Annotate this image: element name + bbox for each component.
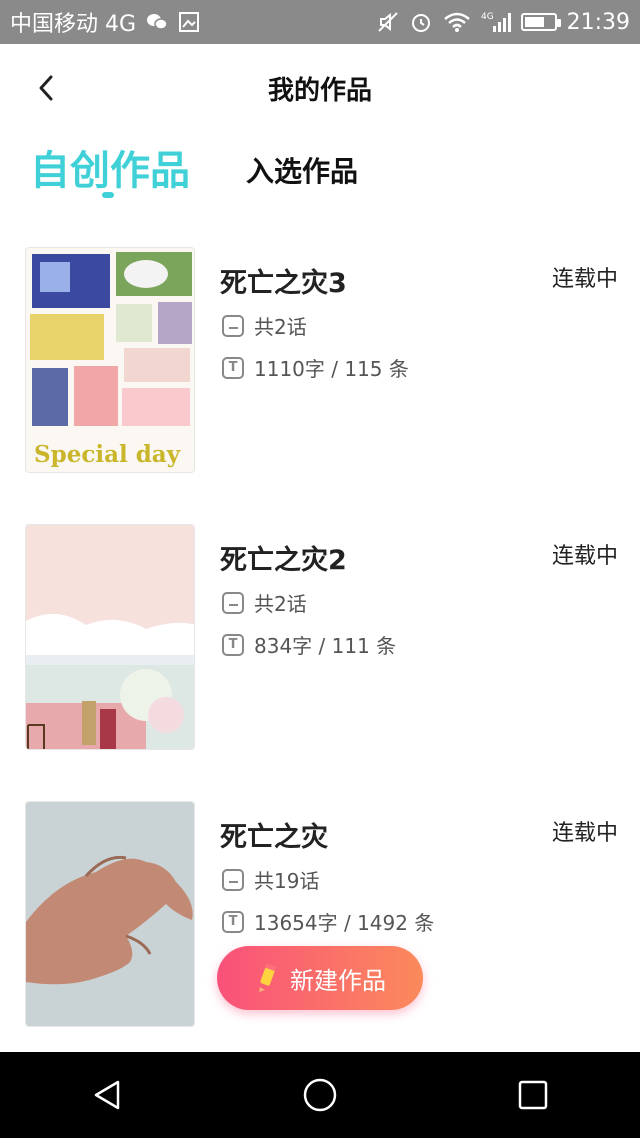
work-title: 死亡之灾 [220, 822, 328, 853]
work-item[interactable]: 死亡之灾2 连载中 共2话 T 834字 / 111 条 [0, 524, 640, 756]
carrier-label: 中国移动 4G [10, 12, 137, 37]
clock-time: 21:39 [566, 9, 630, 35]
alarm-icon [409, 10, 433, 34]
signal-4g-icon: 4G [481, 10, 511, 34]
work-cover-image[interactable]: Special day [25, 247, 195, 473]
pencil-icon [259, 963, 277, 992]
chapters-row: 共2话 [222, 588, 307, 617]
work-status: 连载中 [551, 821, 618, 846]
new-work-button[interactable]: 新建作品 [217, 946, 423, 1010]
work-item[interactable]: Special day 死亡之灾3 连载中 共2话 T 1110字 / 115 … [0, 247, 640, 479]
status-bar: 中国移动 4G 4G 21:39 [0, 0, 640, 44]
work-title: 死亡之灾2 [220, 545, 347, 576]
new-work-label: 新建作品 [290, 966, 386, 995]
work-cover-image[interactable] [25, 524, 195, 750]
tab-bar: 自创作品 入选作品 [0, 138, 640, 208]
recents-square-icon [519, 1080, 548, 1110]
chapters-count: 共19话 [254, 869, 320, 893]
app-header: 我的作品 [0, 44, 640, 132]
chapters-count: 共2话 [254, 315, 307, 339]
work-cover-image[interactable] [25, 801, 195, 1027]
chapters-row: 共2话 [222, 311, 307, 340]
work-title: 死亡之灾3 [220, 268, 347, 299]
chevron-left-icon [39, 75, 53, 101]
system-nav-bar [0, 1052, 640, 1138]
stats-row: T 834字 / 111 条 [222, 630, 396, 659]
chapters-count: 共2话 [254, 592, 307, 616]
wifi-icon [443, 11, 471, 33]
home-circle-icon [303, 1078, 337, 1112]
text-icon: T [222, 910, 244, 933]
text-icon: T [222, 633, 244, 656]
document-icon [222, 868, 244, 891]
tab-selected-works[interactable]: 入选作品 [246, 150, 358, 190]
battery-icon [520, 13, 561, 31]
nav-recents-button[interactable] [503, 1065, 563, 1125]
mute-icon [377, 11, 399, 33]
svg-text:4G: 4G [481, 12, 494, 22]
tab-original-works[interactable]: 自创作品 [30, 138, 190, 196]
document-icon [222, 314, 244, 337]
nav-home-button[interactable] [290, 1065, 350, 1125]
word-comment-stats: 1110字 / 115 条 [254, 357, 409, 381]
tab-active-indicator [102, 192, 114, 198]
back-triangle-icon [94, 1080, 119, 1110]
work-status: 连载中 [551, 267, 618, 292]
stats-row: T 1110字 / 115 条 [222, 353, 409, 382]
chapters-row: 共19话 [222, 865, 319, 894]
text-icon: T [222, 356, 244, 379]
stats-row: T 13654字 / 1492 条 [222, 907, 434, 936]
image-icon [178, 11, 200, 33]
document-icon [222, 591, 244, 614]
wechat-icon [146, 12, 168, 32]
back-button[interactable] [26, 68, 66, 108]
word-comment-stats: 13654字 / 1492 条 [254, 911, 435, 935]
word-comment-stats: 834字 / 111 条 [254, 634, 397, 658]
nav-back-button[interactable] [77, 1065, 137, 1125]
work-status: 连载中 [551, 544, 618, 569]
cover-caption: Special day [34, 441, 181, 468]
page-title: 我的作品 [267, 75, 372, 106]
